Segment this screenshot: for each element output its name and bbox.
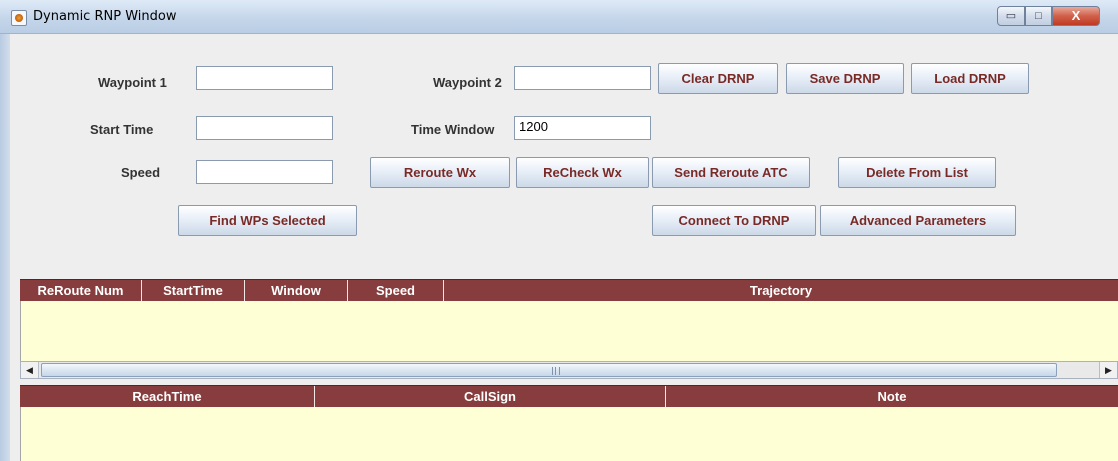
speed-label: Speed bbox=[121, 165, 161, 180]
send-reroute-atc-button[interactable]: Send Reroute ATC bbox=[652, 157, 810, 188]
close-button[interactable]: X bbox=[1052, 6, 1100, 26]
column-window[interactable]: Window bbox=[245, 280, 348, 302]
scrollbar-grip-icon bbox=[552, 367, 560, 375]
column-trajectory[interactable]: Trajectory bbox=[444, 280, 1118, 302]
column-call-sign[interactable]: CallSign bbox=[315, 386, 666, 408]
load-drnp-button[interactable]: Load DRNP bbox=[911, 63, 1029, 94]
recheck-wx-button[interactable]: ReCheck Wx bbox=[516, 157, 649, 188]
connect-to-drnp-button[interactable]: Connect To DRNP bbox=[652, 205, 816, 236]
waypoint2-label: Waypoint 2 bbox=[433, 75, 502, 90]
scroll-right-arrow-icon[interactable]: ▶ bbox=[1099, 362, 1117, 378]
java-app-icon bbox=[11, 10, 27, 26]
start-time-field[interactable] bbox=[196, 116, 333, 140]
advanced-parameters-button[interactable]: Advanced Parameters bbox=[820, 205, 1016, 236]
minimize-button[interactable]: ▭ bbox=[997, 6, 1025, 26]
clear-drnp-button[interactable]: Clear DRNP bbox=[658, 63, 778, 94]
speed-field[interactable] bbox=[196, 160, 333, 184]
reroute-table-header: ReRoute Num StartTime Window Speed Traje… bbox=[20, 279, 1118, 302]
column-speed[interactable]: Speed bbox=[348, 280, 444, 302]
scrollbar-thumb[interactable] bbox=[41, 363, 1057, 377]
column-reach-time[interactable]: ReachTime bbox=[20, 386, 315, 408]
column-start-time[interactable]: StartTime bbox=[142, 280, 245, 302]
reach-table-body[interactable] bbox=[20, 407, 1118, 461]
delete-from-list-button[interactable]: Delete From List bbox=[838, 157, 996, 188]
title-bar: Dynamic RNP Window ▭ □ X bbox=[0, 0, 1118, 34]
maximize-button[interactable]: □ bbox=[1025, 6, 1052, 26]
time-window-label: Time Window bbox=[411, 122, 495, 137]
waypoint1-field[interactable] bbox=[196, 66, 333, 90]
time-window-field[interactable]: 1200 bbox=[514, 116, 651, 140]
find-wps-selected-button[interactable]: Find WPs Selected bbox=[178, 205, 357, 236]
column-note[interactable]: Note bbox=[666, 386, 1118, 408]
reroute-table-body[interactable] bbox=[20, 301, 1118, 361]
window-title: Dynamic RNP Window bbox=[33, 9, 177, 24]
column-reroute-num[interactable]: ReRoute Num bbox=[20, 280, 142, 302]
scroll-left-arrow-icon[interactable]: ◀ bbox=[21, 362, 39, 378]
window-frame-left bbox=[0, 34, 10, 461]
client-area: Waypoint 1 Waypoint 2 Clear DRNP Save DR… bbox=[10, 34, 1118, 461]
waypoint2-field[interactable] bbox=[514, 66, 651, 90]
save-drnp-button[interactable]: Save DRNP bbox=[786, 63, 904, 94]
waypoint1-label: Waypoint 1 bbox=[98, 75, 167, 90]
reach-table-header: ReachTime CallSign Note bbox=[20, 385, 1118, 408]
reroute-wx-button[interactable]: Reroute Wx bbox=[370, 157, 510, 188]
start-time-label: Start Time bbox=[90, 122, 154, 137]
horizontal-scrollbar[interactable]: ◀ ▶ bbox=[20, 361, 1118, 379]
